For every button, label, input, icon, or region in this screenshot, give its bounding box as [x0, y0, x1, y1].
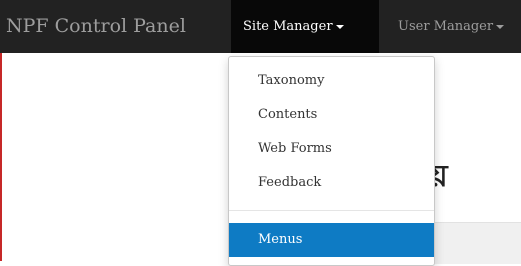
- caret-down-icon: [335, 24, 344, 29]
- top-navbar: NPF Control Panel Site Manager User Mana…: [0, 0, 521, 53]
- menu-item-menus[interactable]: Menus: [229, 223, 434, 257]
- site-manager-dropdown: Taxonomy Contents Web Forms Feedback Men…: [228, 56, 435, 266]
- nav-site-manager-label: Site Manager: [243, 19, 333, 34]
- menu-item-feedback[interactable]: Feedback: [229, 166, 434, 199]
- menu-divider: [229, 210, 434, 211]
- nav-site-manager[interactable]: Site Manager: [231, 0, 379, 53]
- menu-item-web-forms[interactable]: Web Forms: [229, 132, 434, 165]
- nav-user-manager[interactable]: User Manager: [398, 0, 505, 53]
- brand-title[interactable]: NPF Control Panel: [6, 13, 186, 39]
- nav-user-manager-label: User Manager: [398, 19, 494, 34]
- menu-item-taxonomy[interactable]: Taxonomy: [229, 64, 434, 97]
- caret-down-icon: [496, 24, 505, 29]
- content-panel: [430, 222, 521, 264]
- menu-item-contents[interactable]: Contents: [229, 98, 434, 131]
